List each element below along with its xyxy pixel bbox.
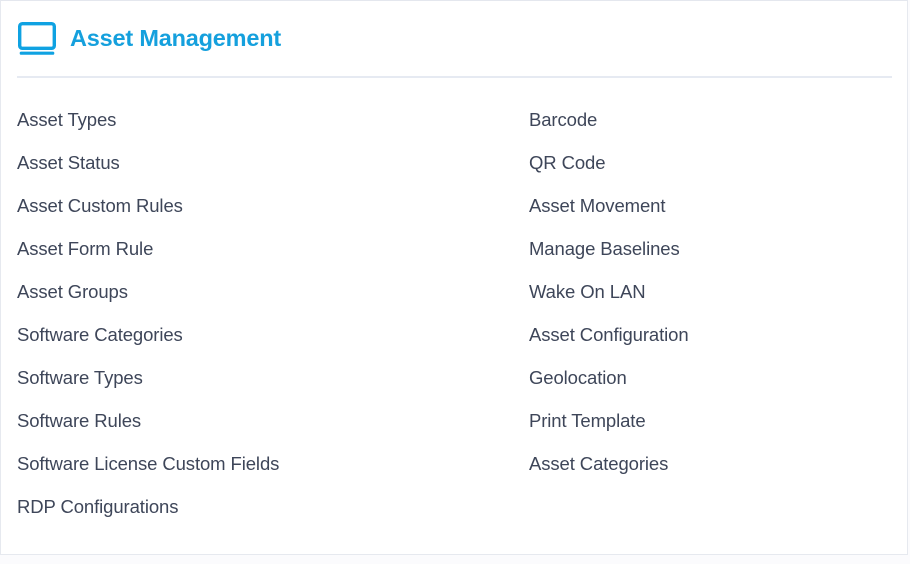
nav-link-geolocation[interactable]: Geolocation bbox=[529, 356, 894, 399]
nav-link-asset-status[interactable]: Asset Status bbox=[17, 141, 517, 184]
nav-link-asset-form-rule[interactable]: Asset Form Rule bbox=[17, 227, 517, 270]
nav-link-barcode[interactable]: Barcode bbox=[529, 98, 894, 141]
asset-management-card: Asset Management Asset Types Asset Statu… bbox=[0, 0, 908, 555]
nav-link-rdp-configurations[interactable]: RDP Configurations bbox=[17, 485, 517, 528]
nav-link-print-template[interactable]: Print Template bbox=[529, 399, 894, 442]
nav-link-software-rules[interactable]: Software Rules bbox=[17, 399, 517, 442]
nav-link-asset-categories[interactable]: Asset Categories bbox=[529, 442, 894, 485]
nav-link-software-license-custom-fields[interactable]: Software License Custom Fields bbox=[17, 442, 517, 485]
link-column-right: Barcode QR Code Asset Movement Manage Ba… bbox=[529, 98, 894, 485]
monitor-icon bbox=[18, 22, 56, 56]
nav-link-manage-baselines[interactable]: Manage Baselines bbox=[529, 227, 894, 270]
card-header: Asset Management bbox=[1, 1, 907, 77]
link-column-left: Asset Types Asset Status Asset Custom Ru… bbox=[17, 98, 517, 528]
nav-link-qr-code[interactable]: QR Code bbox=[529, 141, 894, 184]
nav-link-asset-groups[interactable]: Asset Groups bbox=[17, 270, 517, 313]
nav-link-wake-on-lan[interactable]: Wake On LAN bbox=[529, 270, 894, 313]
nav-link-software-types[interactable]: Software Types bbox=[17, 356, 517, 399]
nav-link-asset-movement[interactable]: Asset Movement bbox=[529, 184, 894, 227]
nav-link-asset-configuration[interactable]: Asset Configuration bbox=[529, 313, 894, 356]
page-title: Asset Management bbox=[70, 25, 281, 52]
nav-link-software-categories[interactable]: Software Categories bbox=[17, 313, 517, 356]
nav-link-asset-custom-rules[interactable]: Asset Custom Rules bbox=[17, 184, 517, 227]
header-divider bbox=[17, 76, 892, 78]
nav-link-asset-types[interactable]: Asset Types bbox=[17, 98, 517, 141]
